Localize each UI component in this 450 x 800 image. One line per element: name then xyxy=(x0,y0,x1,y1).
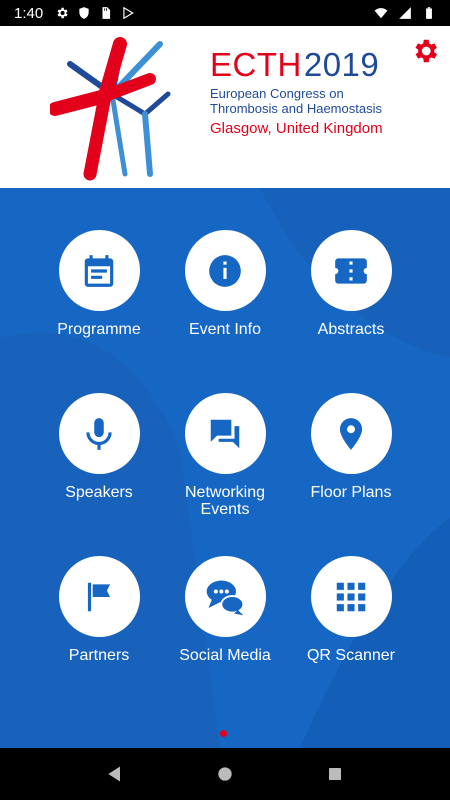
recents-icon xyxy=(329,768,341,780)
home-button[interactable] xyxy=(205,754,245,794)
tile-circle xyxy=(58,556,140,637)
tile-label: Floor Plans xyxy=(310,484,392,501)
tile-circle xyxy=(310,230,392,311)
sd-card-icon xyxy=(102,7,111,19)
tile-networking-events[interactable]: Networking Events xyxy=(165,393,285,533)
tile-label: Event Info xyxy=(188,321,262,338)
info-icon xyxy=(209,254,241,287)
chat-icon xyxy=(210,419,240,448)
tile-circle xyxy=(310,556,392,637)
back-icon xyxy=(108,766,120,782)
wifi-icon xyxy=(374,8,388,19)
signal-icon xyxy=(399,7,411,19)
tile-circle xyxy=(184,393,266,474)
ecth-logo-mark xyxy=(50,37,171,181)
tile-circle xyxy=(184,230,266,311)
recents-button[interactable] xyxy=(315,754,355,794)
logo-location: Glasgow, United Kingdom xyxy=(210,120,383,137)
tile-label: Programme xyxy=(57,321,141,338)
tile-social-media[interactable]: Social Media xyxy=(165,556,285,696)
tile-programme[interactable]: Programme xyxy=(39,230,159,370)
logo-text: ECTH 2019 European Congress on Thrombosi… xyxy=(210,48,383,138)
ticket-icon xyxy=(335,257,367,284)
logo-subtitle-line1: European Congress on xyxy=(210,86,344,101)
logo-ecth: ECTH xyxy=(210,46,302,83)
status-bar: 1:40 xyxy=(0,0,450,26)
gear-icon xyxy=(57,7,68,19)
tile-floor-plans[interactable]: Floor Plans xyxy=(291,393,411,533)
tile-circle xyxy=(310,393,392,474)
flag-icon xyxy=(87,582,111,611)
tile-label: QR Scanner xyxy=(306,647,396,664)
tile-circle xyxy=(58,230,140,311)
microphone-icon xyxy=(86,417,112,450)
speech-bubbles-icon xyxy=(206,580,245,615)
tile-circle xyxy=(58,393,140,474)
tile-label: Social Media xyxy=(179,647,271,664)
page-indicator-dot xyxy=(220,730,227,737)
tile-abstracts[interactable]: Abstracts xyxy=(291,230,411,370)
status-time: 1:40 xyxy=(14,4,44,22)
status-icons-right xyxy=(374,6,436,20)
home-icon xyxy=(218,767,232,781)
shield-icon xyxy=(79,7,89,19)
tile-qr-scanner[interactable]: QR Scanner xyxy=(291,556,411,696)
tile-circle xyxy=(184,556,266,637)
settings-gear-icon[interactable] xyxy=(410,36,440,66)
grid-icon xyxy=(336,582,366,611)
play-store-icon xyxy=(123,6,135,20)
tile-speakers[interactable]: Speakers xyxy=(39,393,159,533)
logo-year: 2019 xyxy=(303,46,380,83)
tile-event-info[interactable]: Event Info xyxy=(165,230,285,370)
logo-subtitle: European Congress on Thrombosis and Haem… xyxy=(210,86,383,116)
back-button[interactable] xyxy=(95,754,135,794)
status-icons-left xyxy=(55,6,135,20)
system-nav-bar xyxy=(0,748,450,800)
tile-partners[interactable]: Partners xyxy=(39,556,159,696)
tile-label: Speakers xyxy=(65,484,133,501)
tile-label: Networking Events xyxy=(184,484,266,518)
tile-label: Abstracts xyxy=(317,321,385,338)
location-pin-icon xyxy=(339,417,363,450)
battery-icon xyxy=(426,7,432,19)
logo-title: ECTH 2019 xyxy=(210,48,383,82)
launcher-panel: Programme Event Info Abstracts Speakers xyxy=(0,188,450,748)
calendar-icon xyxy=(84,254,114,287)
logo-subtitle-line2: Thrombosis and Haemostasis xyxy=(210,101,382,116)
tile-label: Partners xyxy=(68,647,130,664)
app-header: ECTH 2019 European Congress on Thrombosi… xyxy=(0,26,450,188)
